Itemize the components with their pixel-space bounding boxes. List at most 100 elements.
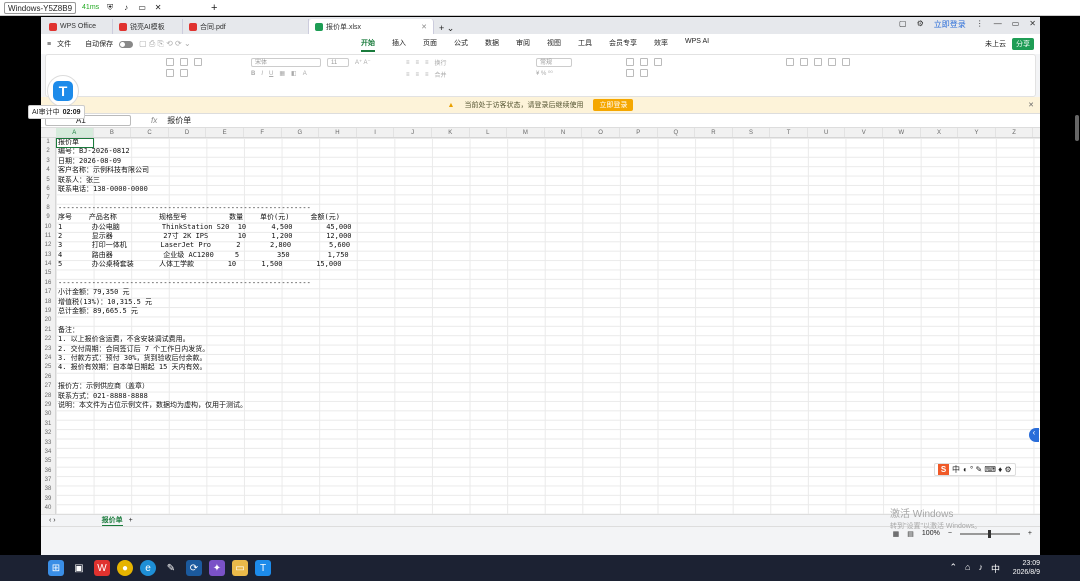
copy-icon[interactable]: [166, 69, 174, 77]
row-header[interactable]: 1: [41, 138, 55, 147]
cell-text-row[interactable]: 报价单: [56, 138, 1040, 147]
column-header[interactable]: O: [582, 128, 620, 137]
pen-icon[interactable]: ✎: [163, 560, 179, 576]
row-header[interactable]: 5: [41, 176, 55, 185]
align-right-icon[interactable]: ≡: [425, 72, 429, 78]
row-header[interactable]: 33: [41, 439, 55, 448]
column-header[interactable]: C: [131, 128, 169, 137]
row-header[interactable]: 6: [41, 185, 55, 194]
side-collapse-icon[interactable]: ‹: [1029, 428, 1039, 442]
cell-text-row[interactable]: 备注：: [56, 326, 1040, 335]
folder-icon[interactable]: ▭: [232, 560, 248, 576]
sogou-icon[interactable]: S: [938, 464, 949, 475]
table-style-icon[interactable]: [640, 69, 648, 77]
cell-style-icon[interactable]: [654, 58, 662, 66]
align-left-icon[interactable]: ≡: [406, 72, 410, 78]
column-header[interactable]: G: [282, 128, 320, 137]
tray-up-icon[interactable]: ⌃: [950, 562, 958, 575]
align-center-icon[interactable]: ≡: [416, 72, 420, 78]
row-header[interactable]: 21: [41, 326, 55, 335]
cell-text-row[interactable]: 联系方式：021-8888-8888: [56, 392, 1040, 401]
login-link[interactable]: 立即登录: [934, 19, 966, 30]
row-header[interactable]: 39: [41, 495, 55, 504]
row-header[interactable]: 27: [41, 382, 55, 391]
cell-text-row[interactable]: 2 显示器 27寸 2K IPS 10 1,200 12,000: [56, 232, 1040, 241]
column-header[interactable]: S: [733, 128, 771, 137]
add-sheet-icon[interactable]: +: [129, 517, 133, 524]
row-header[interactable]: 14: [41, 260, 55, 269]
cell-text-row[interactable]: 联系人：张三: [56, 176, 1040, 185]
italic-icon[interactable]: I: [261, 71, 263, 77]
edge-icon[interactable]: e: [140, 560, 156, 576]
row-header[interactable]: 24: [41, 354, 55, 363]
row-header[interactable]: 40: [41, 504, 55, 513]
tab-home[interactable]: 开始: [361, 36, 375, 52]
row-header[interactable]: 9: [41, 213, 55, 222]
row-header[interactable]: 30: [41, 410, 55, 419]
cell-text-row[interactable]: 日期：2026-08-09: [56, 157, 1040, 166]
layout-icon[interactable]: ▢: [899, 19, 907, 30]
fill-color-icon[interactable]: ◧: [291, 70, 297, 77]
zoom-slider[interactable]: [959, 529, 1020, 538]
cell-text-row[interactable]: 报价方：示例供应商（盖章）: [56, 382, 1040, 391]
tab-page[interactable]: 页面: [423, 36, 437, 52]
row-col-icon[interactable]: [626, 58, 634, 66]
cloud-status[interactable]: 未上云: [985, 39, 1006, 49]
column-header[interactable]: E: [206, 128, 244, 137]
row-header[interactable]: 25: [41, 363, 55, 372]
ime-toolbar[interactable]: S 中 ◐ ° ✎ ⌨ ♦ ⚙: [934, 463, 1016, 476]
app-icon[interactable]: ⟳: [186, 560, 202, 576]
cell-text-row[interactable]: 4. 报价有效期：自本单日期起 15 天内有效。: [56, 363, 1040, 372]
ime-lang[interactable]: 中: [952, 464, 960, 475]
format-painter-icon[interactable]: [166, 58, 174, 66]
zoom-level[interactable]: 100%: [922, 530, 940, 537]
fill-icon[interactable]: [828, 58, 836, 66]
column-header[interactable]: P: [620, 128, 658, 137]
column-header[interactable]: W: [883, 128, 921, 137]
cell-text-row[interactable]: 说明：本文件为占位示例文件，数据均为虚构，仅用于测试。: [56, 401, 1040, 410]
ime-tray-icon[interactable]: 中: [991, 562, 1000, 575]
filter-icon[interactable]: [800, 58, 808, 66]
cell-text-row[interactable]: [56, 316, 1040, 325]
row-header[interactable]: 13: [41, 251, 55, 260]
font-select[interactable]: 宋体: [251, 58, 321, 67]
column-header[interactable]: N: [545, 128, 583, 137]
border-icon[interactable]: ▦: [279, 70, 285, 77]
tab-review[interactable]: 审阅: [516, 36, 530, 52]
row-header[interactable]: 29: [41, 401, 55, 410]
cell-text-row[interactable]: 小计金额：79,350 元: [56, 288, 1040, 297]
cell-text-row[interactable]: 1 办公电脑 ThinkStation S20 10 4,500 45,000: [56, 223, 1040, 232]
column-header[interactable]: D: [169, 128, 207, 137]
sheet-tab[interactable]: 报价单: [101, 515, 123, 526]
add-tab-icon[interactable]: +: [209, 2, 219, 14]
row-header[interactable]: 28: [41, 392, 55, 401]
row-header[interactable]: 8: [41, 204, 55, 213]
sort-icon[interactable]: [814, 58, 822, 66]
minimize-icon[interactable]: —: [994, 19, 1002, 30]
network-icon[interactable]: ⌂: [965, 562, 970, 575]
formula-input[interactable]: 报价单: [167, 115, 191, 126]
conditional-format-icon[interactable]: [640, 58, 648, 66]
row-header[interactable]: 23: [41, 345, 55, 354]
sheet-nav-icon[interactable]: ‹ ›: [49, 517, 56, 524]
row-header[interactable]: 2: [41, 147, 55, 156]
column-header[interactable]: M: [507, 128, 545, 137]
hamburger-icon[interactable]: ≡: [47, 41, 51, 48]
cell-text-row[interactable]: 客户名称：示例科技有限公司: [56, 166, 1040, 175]
cell-text-row[interactable]: 5 办公桌椅套装 人体工学款 10 1,500 15,000: [56, 260, 1040, 269]
new-tab-icon[interactable]: + ⌄: [434, 23, 459, 34]
cell-text-row[interactable]: 增值税(13%)：10,315.5 元: [56, 298, 1040, 307]
start-icon[interactable]: ⊞: [48, 560, 64, 576]
row-header[interactable]: 15: [41, 269, 55, 278]
close-notice-icon[interactable]: ✕: [1028, 101, 1034, 109]
zoom-in-icon[interactable]: +: [1028, 530, 1032, 537]
tab-ai-template[interactable]: 锐亮AI模板: [113, 19, 183, 34]
align-middle-icon[interactable]: ≡: [416, 60, 420, 66]
file-menu[interactable]: 文件: [57, 39, 71, 49]
tab-member[interactable]: 会员专享: [609, 36, 637, 52]
row-header[interactable]: 12: [41, 241, 55, 250]
purple-app-icon[interactable]: ✦: [209, 560, 225, 576]
row-header[interactable]: 10: [41, 223, 55, 232]
tab-data[interactable]: 数据: [485, 36, 499, 52]
cell-area[interactable]: 报价单 编号：BJ-2026-0812 日期：2026-08-09 客户名称：示例科技…: [56, 138, 1040, 514]
